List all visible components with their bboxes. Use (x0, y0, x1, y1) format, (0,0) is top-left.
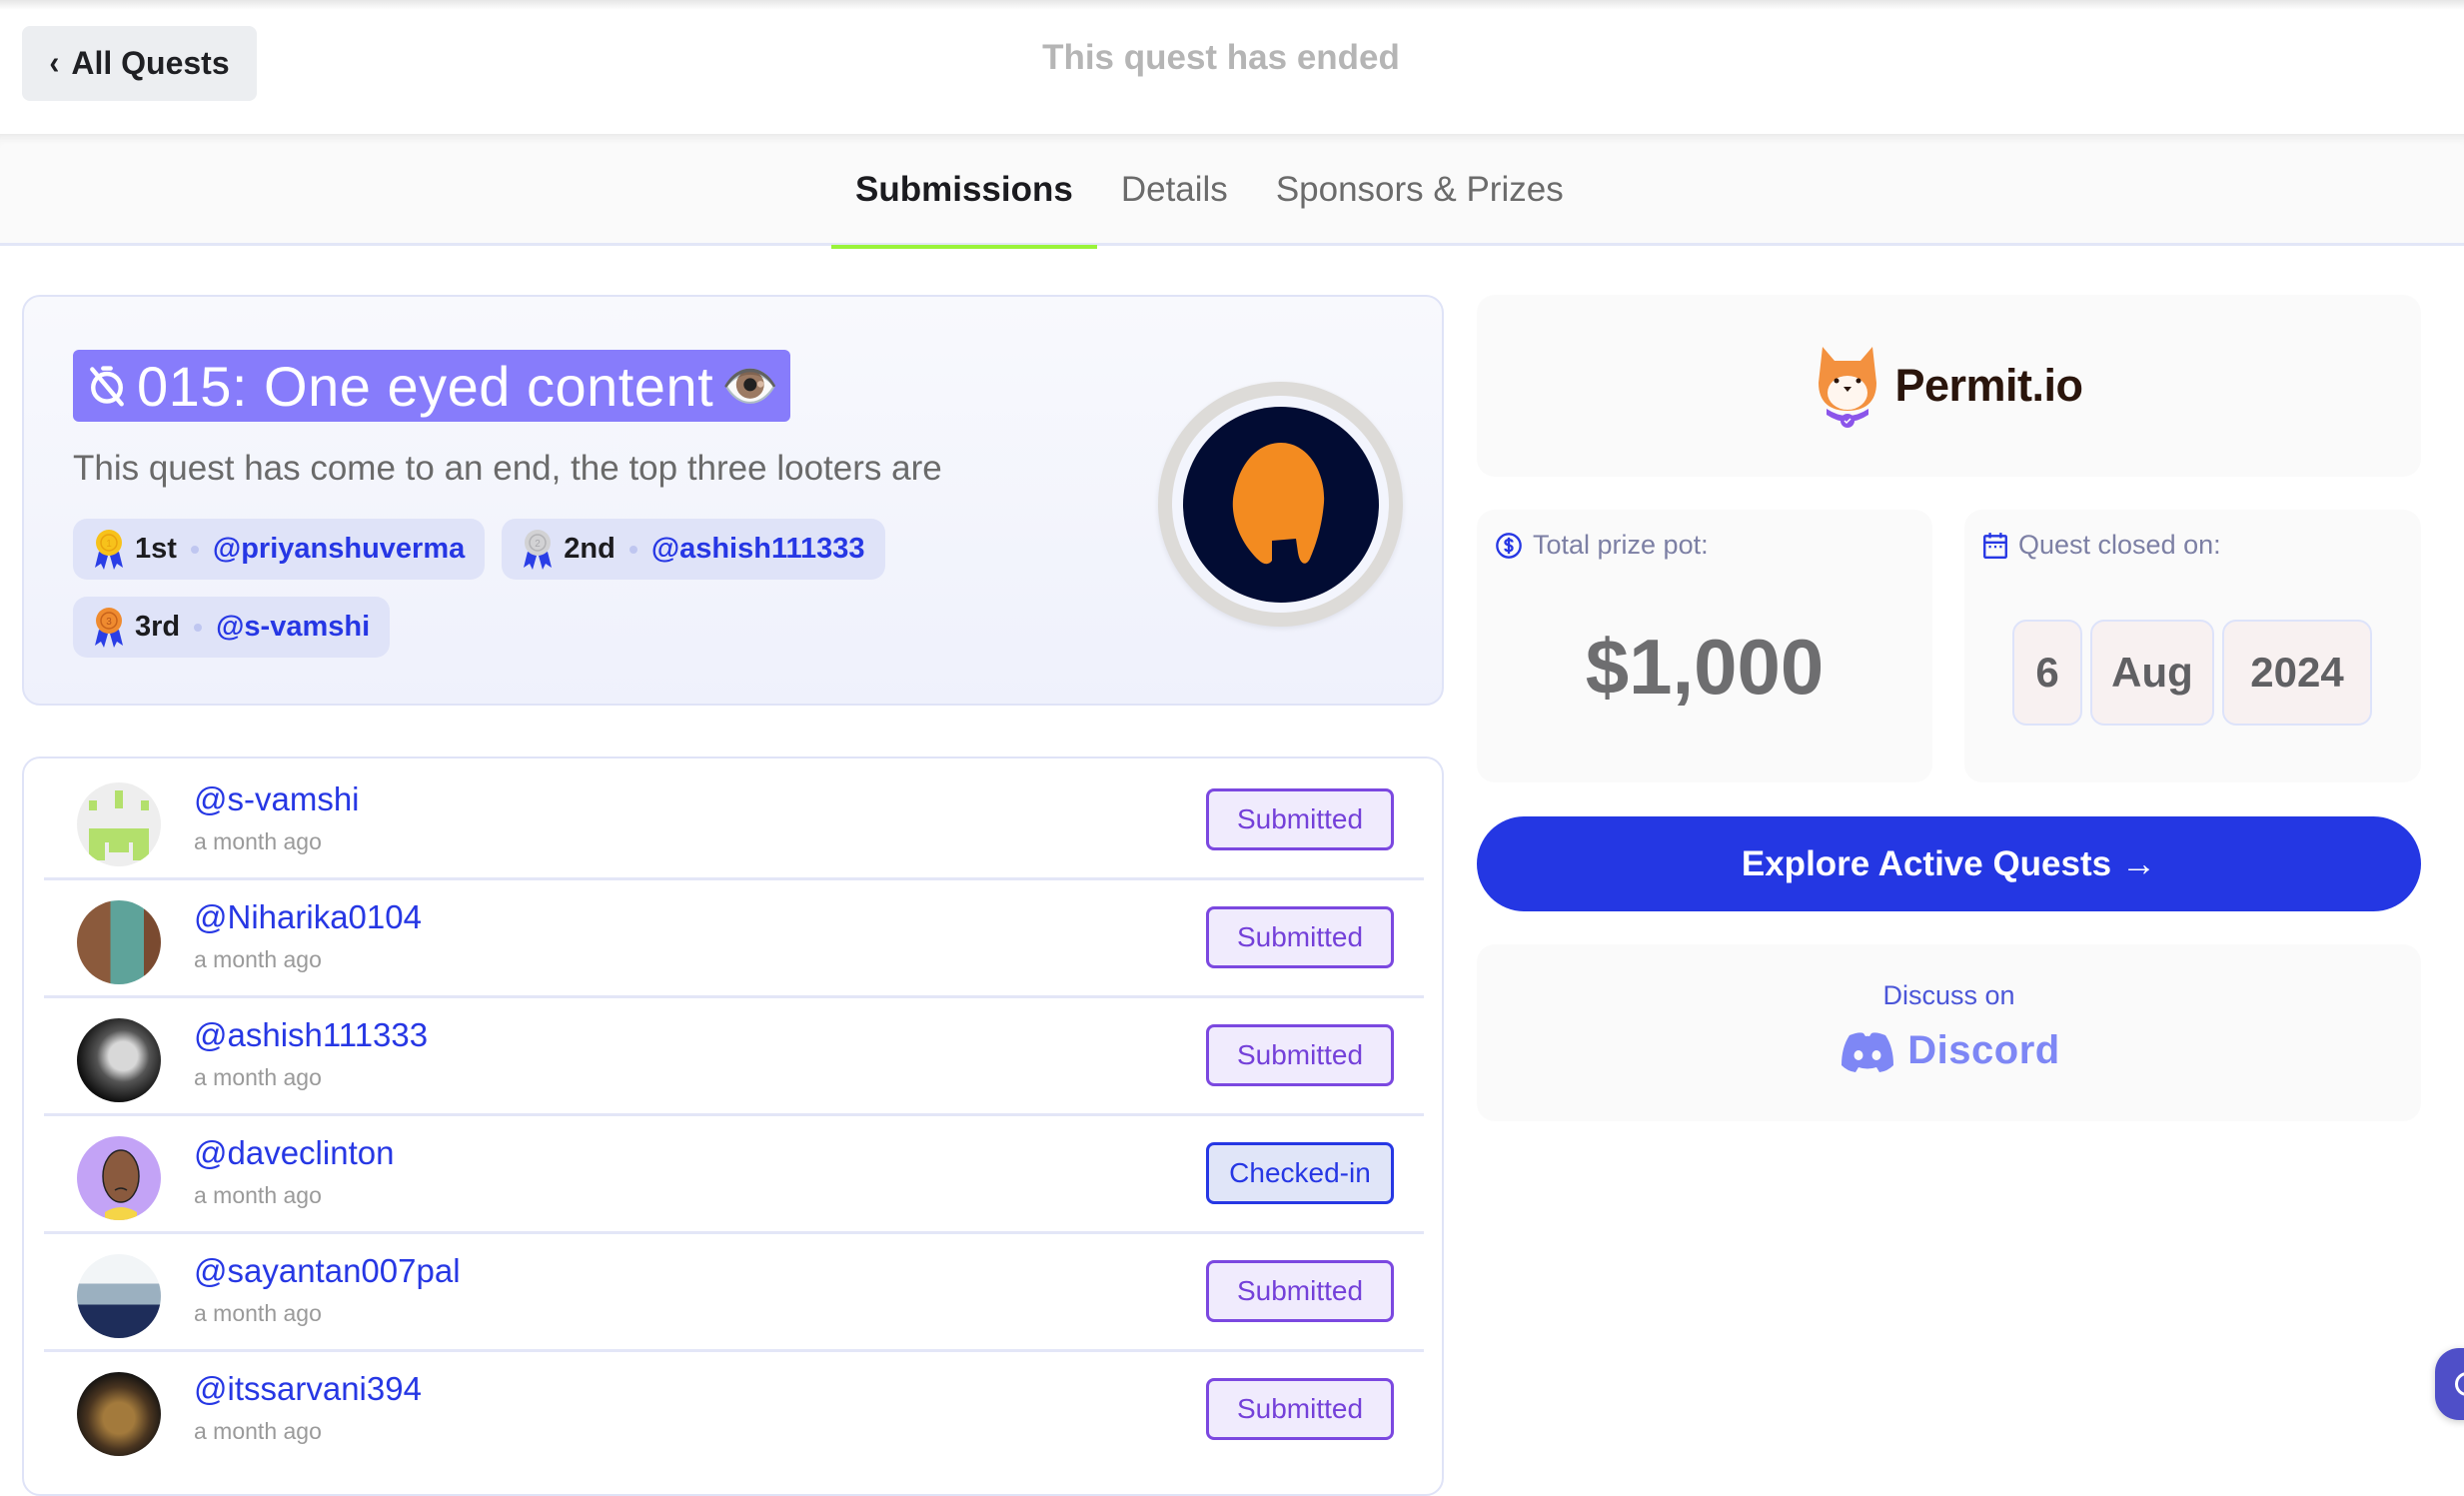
chat-widget-button[interactable] (2435, 1348, 2464, 1420)
chat-icon (2455, 1372, 2464, 1396)
permit-io-logo-icon (1819, 347, 1877, 428)
submission-row[interactable]: @Niharika0104 a month ago Submitted (44, 880, 1424, 998)
gold-medal-icon: 1 (95, 529, 123, 570)
avatar (77, 1018, 161, 1102)
submission-row[interactable]: @ashish111333 a month ago Submitted (44, 998, 1424, 1116)
submissions-list: @s-vamshi a month ago Submitted @Niharik… (22, 756, 1444, 1496)
submission-time: a month ago (194, 1418, 322, 1444)
status-badge: Checked-in (1206, 1142, 1394, 1204)
quest-status-text: This quest has ended (1042, 38, 1400, 77)
avatar (77, 1136, 161, 1220)
status-badge: Submitted (1206, 1260, 1394, 1322)
arrow-right-icon: → (2121, 843, 2157, 883)
calendar-icon (1983, 532, 2007, 559)
submission-time: a month ago (194, 1064, 322, 1090)
quest-end-message: This quest has come to an end, the top t… (73, 449, 942, 488)
top-header: ‹ All Quests This quest has ended (0, 0, 2464, 134)
quest-title: 015: One eyed content (137, 354, 714, 418)
quest-title-badge: 015: One eyed content 👁️ (73, 350, 791, 422)
avatar (77, 782, 161, 866)
winner-username-link[interactable]: @s-vamshi (216, 611, 370, 644)
tab-submissions[interactable]: Submissions (831, 134, 1097, 249)
status-badge: Submitted (1206, 1024, 1394, 1086)
closed-date: 6 Aug 2024 (2012, 620, 2372, 726)
winner-place: 1st (135, 533, 177, 565)
winners-list: 1 1st @priyanshuverma 2 2nd @ashish11133… (73, 519, 892, 658)
closed-year: 2024 (2222, 620, 2372, 726)
explore-button-label: Explore Active Quests (1741, 843, 2112, 883)
svg-text:2: 2 (535, 539, 541, 550)
discord-link[interactable]: Discord (1477, 1028, 2421, 1073)
submission-row[interactable]: @daveclinton a month ago Checked-in (44, 1116, 1424, 1234)
submission-username-link[interactable]: @ashish111333 (194, 1016, 428, 1054)
prize-amount: $1,000 (1585, 623, 1825, 711)
discord-wordmark: Discord (1907, 1028, 2060, 1072)
winner-username-link[interactable]: @ashish111333 (651, 533, 865, 566)
submission-time: a month ago (194, 946, 322, 972)
submission-row[interactable]: @s-vamshi a month ago Submitted (44, 762, 1424, 880)
eye-emoji-icon: 👁️ (721, 360, 779, 412)
tab-bar: Submissions Details Sponsors & Prizes (0, 134, 2464, 249)
submission-row[interactable]: @sayantan007pal a month ago Submitted (44, 1234, 1424, 1352)
separator-dot (194, 623, 203, 632)
submission-username-link[interactable]: @daveclinton (194, 1134, 394, 1172)
discord-icon (1842, 1031, 1894, 1072)
header-shadow (0, 0, 2464, 10)
sponsor-name: Permit.io (1894, 360, 2083, 411)
winner-username-link[interactable]: @priyanshuverma (213, 533, 465, 566)
tab-sponsors-prizes[interactable]: Sponsors & Prizes (1252, 134, 1588, 246)
status-badge: Submitted (1206, 1378, 1394, 1440)
submission-time: a month ago (194, 828, 322, 854)
svg-text:3: 3 (106, 617, 112, 628)
submission-username-link[interactable]: @s-vamshi (194, 780, 360, 818)
winner-pill-2nd: 2 2nd @ashish111333 (502, 519, 885, 580)
discuss-on-label: Discuss on (1882, 980, 2015, 1010)
winner-place: 2nd (564, 533, 616, 565)
status-badge: Submitted (1206, 906, 1394, 968)
winner-pill-1st: 1 1st @priyanshuverma (73, 519, 486, 580)
avatar (77, 900, 161, 984)
dollar-circle-icon (1496, 532, 1522, 559)
prize-pot-card: Total prize pot: $1,000 (1477, 510, 1932, 782)
submission-time: a month ago (194, 1300, 322, 1326)
tab-details[interactable]: Details (1097, 134, 1252, 246)
closed-month: Aug (2090, 620, 2214, 726)
winner-place: 3rd (135, 611, 181, 643)
svg-text:1: 1 (106, 539, 112, 550)
quest-summary-card: 015: One eyed content 👁️ This quest has … (22, 295, 1444, 706)
closed-label: Quest closed on: (2018, 530, 2221, 560)
discord-card: Discuss on Discord (1477, 944, 2421, 1121)
submission-username-link[interactable]: @sayantan007pal (194, 1252, 461, 1290)
avatar (77, 1254, 161, 1338)
avatar (77, 1372, 161, 1456)
sponsor-mascot-icon (1232, 442, 1324, 564)
winner-pill-3rd: 3 3rd @s-vamshi (73, 597, 391, 658)
separator-dot (190, 545, 199, 554)
quest-closed-card: Quest closed on: 6 Aug 2024 (1964, 510, 2421, 782)
submission-row[interactable]: @itssarvani394 a month ago Submitted (44, 1352, 1424, 1470)
prize-label: Total prize pot: (1533, 530, 1709, 560)
submission-username-link[interactable]: @Niharika0104 (194, 898, 422, 936)
submission-username-link[interactable]: @itssarvani394 (194, 1370, 422, 1408)
bronze-medal-icon: 3 (95, 607, 123, 648)
closed-day: 6 (2012, 620, 2082, 726)
timer-off-icon (90, 366, 124, 407)
submission-time: a month ago (194, 1182, 322, 1208)
sponsor-card: Permit.io (1477, 295, 2421, 477)
separator-dot (628, 545, 637, 554)
explore-active-quests-button[interactable]: Explore Active Quests → (1477, 816, 2421, 911)
silver-medal-icon: 2 (524, 529, 553, 570)
status-badge: Submitted (1206, 788, 1394, 850)
quest-sponsor-logo (1158, 382, 1403, 627)
